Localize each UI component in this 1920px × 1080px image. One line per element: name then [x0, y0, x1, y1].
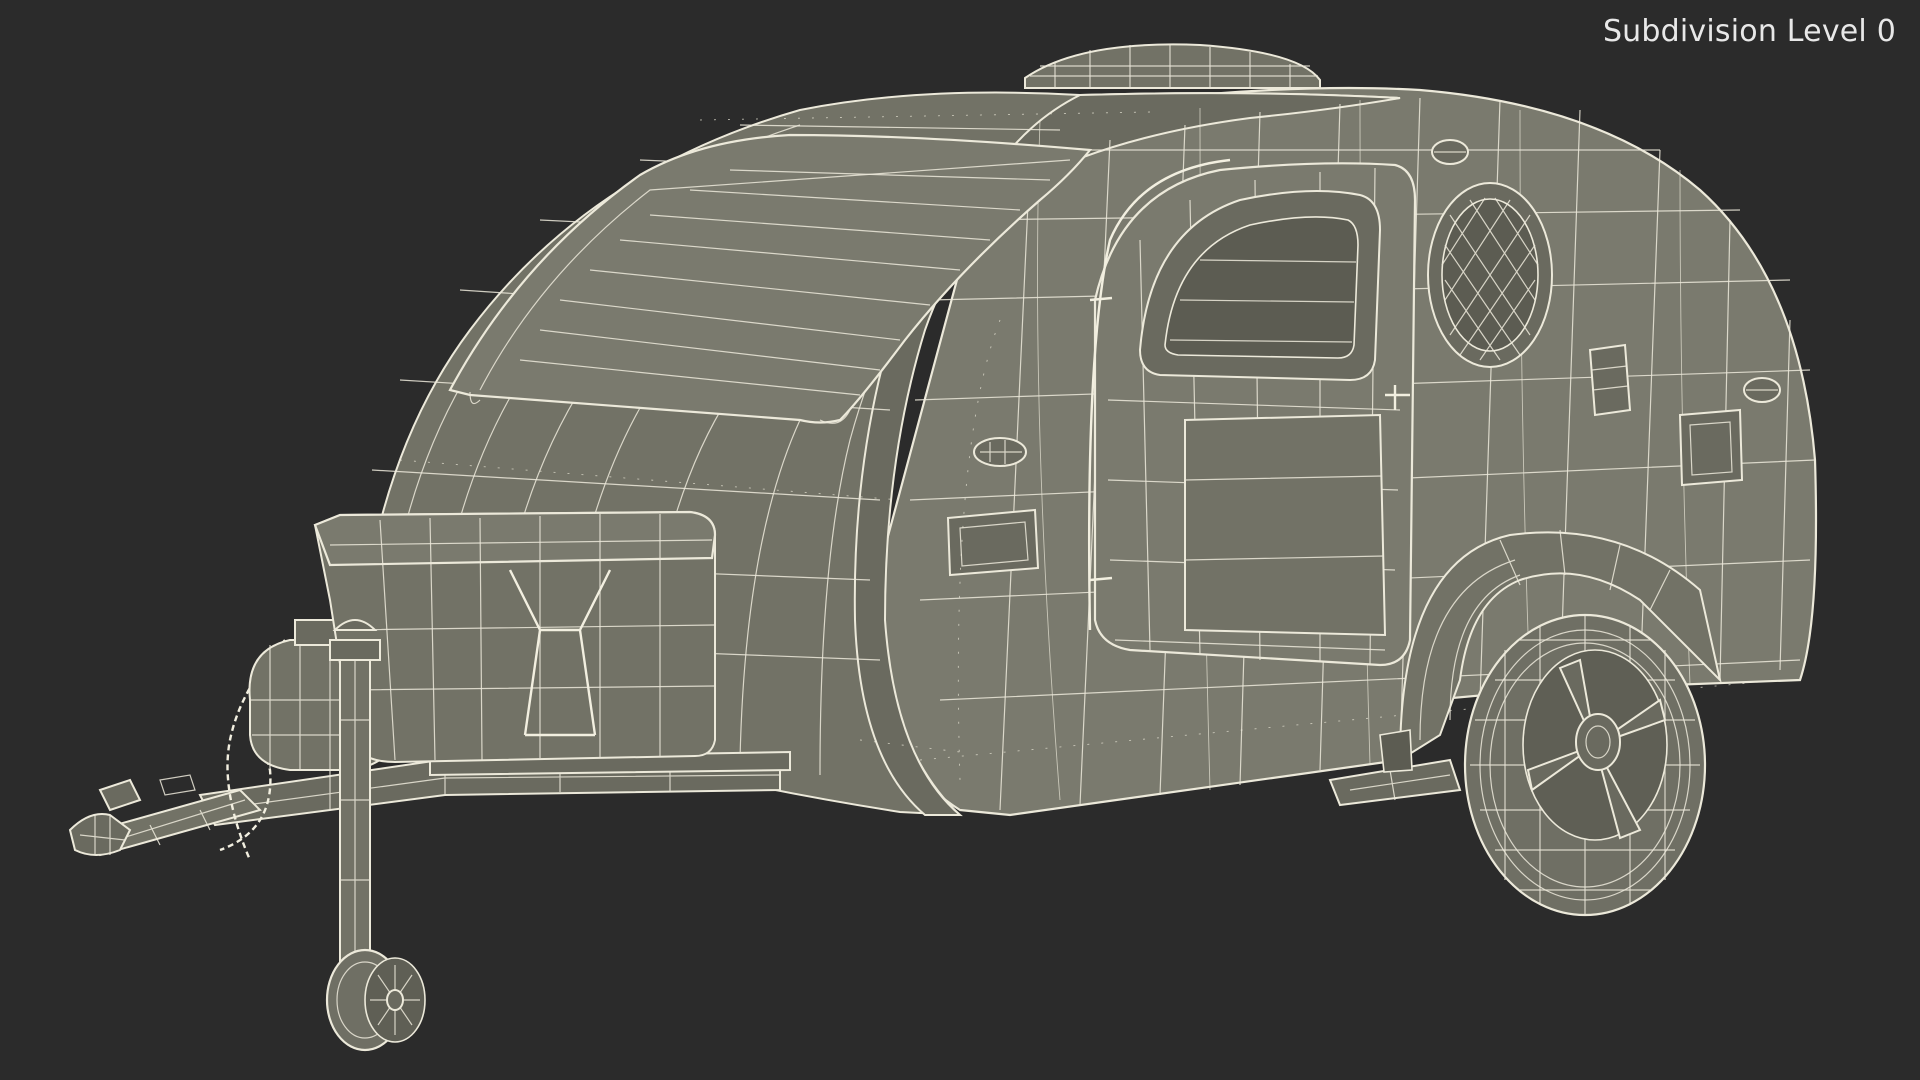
main-wheel [1463, 613, 1707, 917]
porthole-window [1427, 182, 1553, 368]
marker-light-front [973, 437, 1027, 467]
marker-light-top [1431, 139, 1469, 165]
tongue-storage-box [313, 510, 717, 764]
trailer-frame [78, 750, 791, 857]
side-vent [1588, 343, 1632, 417]
teardrop-trailer-wireframe-render [68, 43, 1818, 1052]
side-door [1087, 158, 1417, 667]
marker-light-rear [1743, 377, 1781, 403]
side-hatch [1678, 408, 1744, 487]
3d-viewport[interactable]: Subdivision Level 0 [0, 0, 1920, 1080]
jack-wheel [325, 948, 426, 1052]
roof-vent [1024, 43, 1321, 89]
side-access-panel [946, 508, 1040, 577]
